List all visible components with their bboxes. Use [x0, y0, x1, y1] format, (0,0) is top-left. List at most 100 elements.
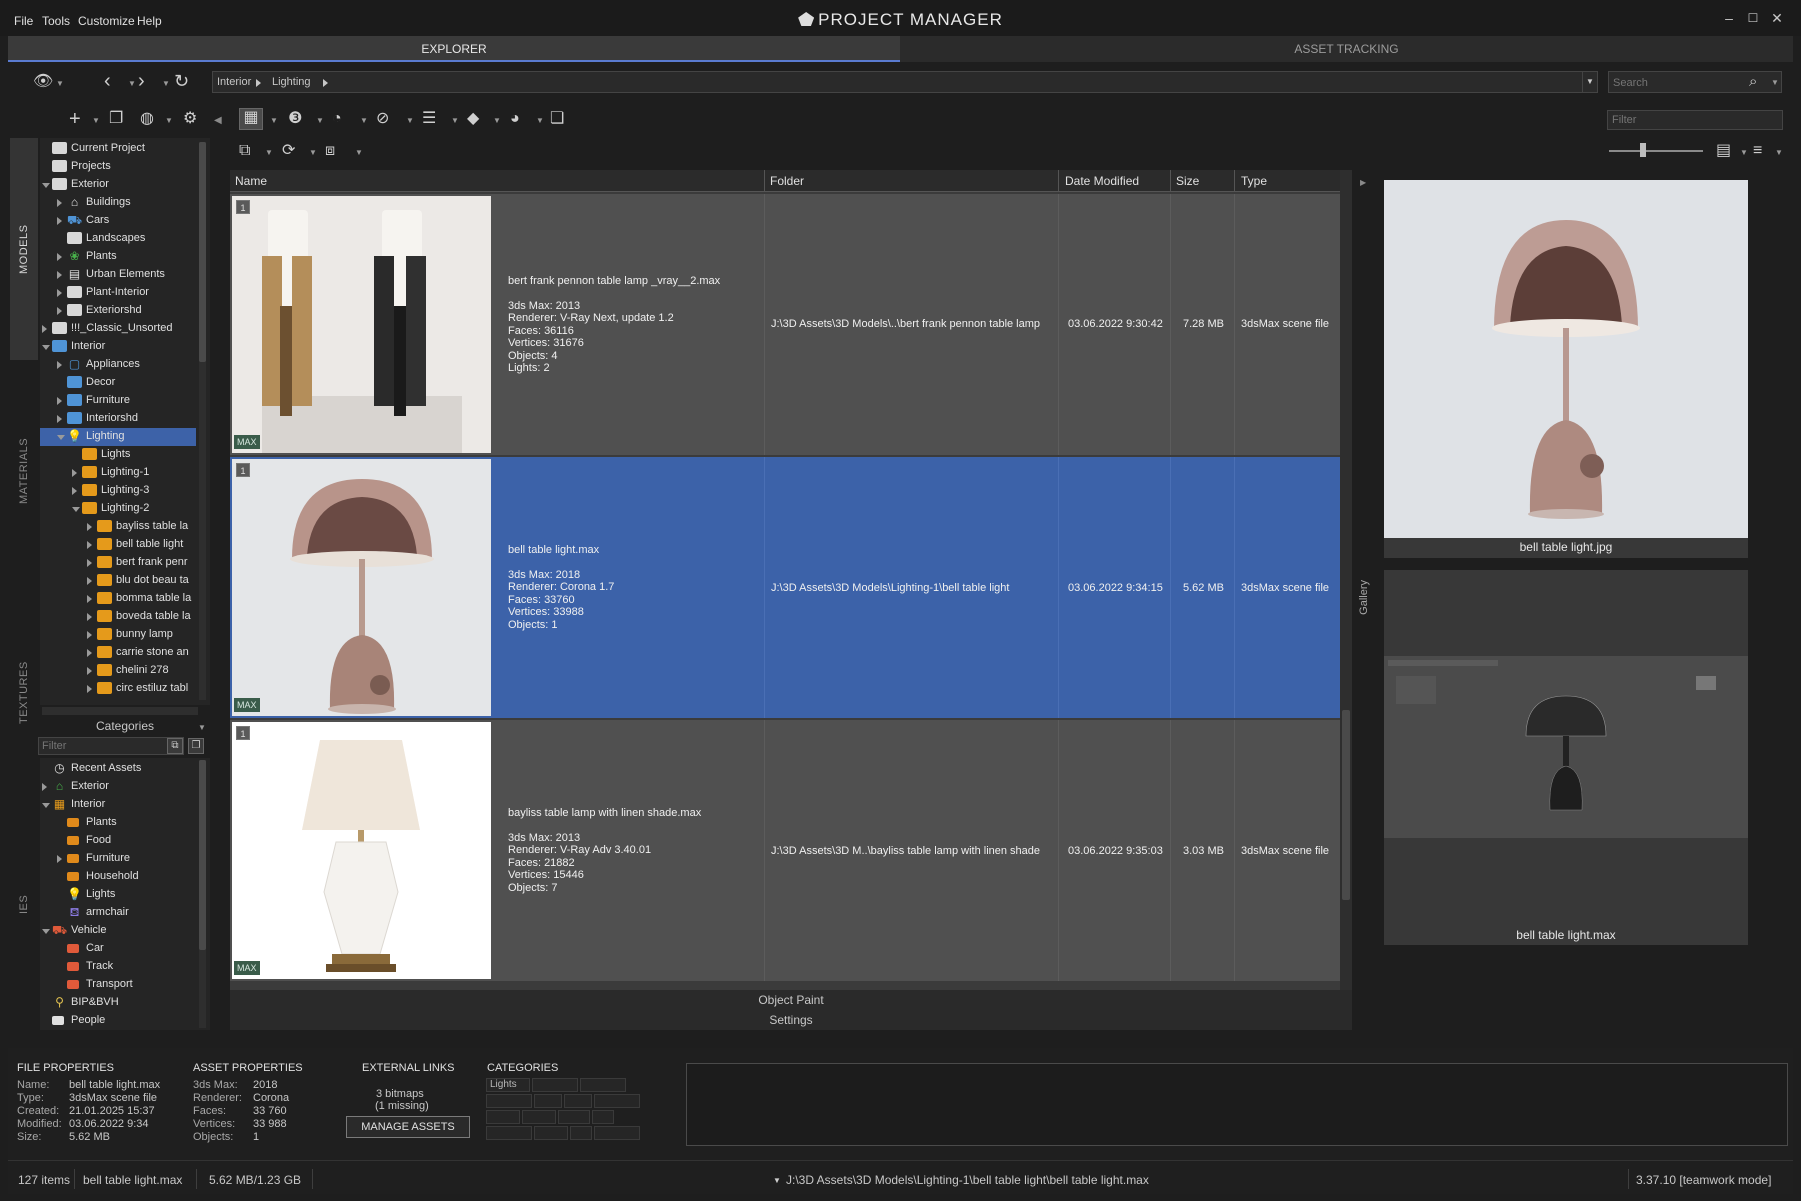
tree-collapsed-arrow-icon[interactable]	[87, 559, 92, 567]
category-item[interactable]: ◷ Recent Assets	[40, 760, 196, 778]
folder-tree-item[interactable]: Interiorshd	[40, 410, 196, 428]
category-item[interactable]: Transport	[40, 976, 196, 994]
number-badge-dropdown-arrow-icon[interactable]: ▼	[316, 116, 324, 125]
folder-tree-item[interactable]: blu dot beau ta	[40, 572, 196, 590]
tree-collapsed-arrow-icon[interactable]	[72, 487, 77, 495]
category-chip-empty[interactable]	[534, 1094, 562, 1108]
folder-tree-item[interactable]: ▤ Urban Elements	[40, 266, 196, 284]
column-separator[interactable]	[1234, 170, 1235, 192]
gallery-filter-input[interactable]	[1607, 110, 1783, 130]
copy-icon[interactable]: ❏	[550, 110, 564, 128]
new-window-icon[interactable]: ❐	[109, 110, 123, 128]
folder-tree-item[interactable]: Lighting-1	[40, 464, 196, 482]
tree-collapsed-arrow-icon[interactable]	[57, 307, 62, 315]
color-wheel-dropdown-arrow-icon[interactable]: ▼	[536, 116, 544, 125]
folder-tree-item[interactable]: Landscapes	[40, 230, 196, 248]
gear-icon[interactable]: ⚙	[183, 110, 197, 128]
folder-tree-item[interactable]: Lighting-2	[40, 500, 196, 518]
category-chip[interactable]: Lights	[486, 1078, 530, 1092]
tree-collapsed-arrow-icon[interactable]	[87, 613, 92, 621]
folder-tree-item[interactable]: Lights	[40, 446, 196, 464]
sort-icon[interactable]: ≡	[1753, 142, 1762, 160]
package-dropdown-arrow-icon[interactable]: ▼	[265, 148, 273, 157]
folder-tree[interactable]: Current Project Projects Exterior ⌂ Building…	[40, 138, 210, 705]
folder-tree-scrollbar[interactable]	[199, 142, 206, 700]
tree-collapsed-arrow-icon[interactable]	[87, 577, 92, 585]
tag-icon[interactable]: ◆	[467, 110, 479, 128]
category-item[interactable]: ⛟ Vehicle	[40, 922, 196, 940]
status-path[interactable]: J:\3D Assets\3D Models\Lighting-1\bell t…	[786, 1173, 1149, 1187]
tree-collapsed-arrow-icon[interactable]	[87, 685, 92, 693]
tree-collapsed-arrow-icon[interactable]	[57, 199, 62, 207]
tree-collapsed-arrow-icon[interactable]	[87, 595, 92, 603]
folder-tree-item[interactable]: Exterior	[40, 176, 196, 194]
back-dropdown-arrow-icon[interactable]: ▼	[128, 79, 136, 88]
categories-copy-icon[interactable]: ⧉	[167, 738, 183, 754]
thumbnail-size-slider[interactable]	[1609, 150, 1703, 152]
category-item[interactable]: Track	[40, 958, 196, 976]
breadcrumb-history-dropdown[interactable]: ▼	[1582, 71, 1598, 93]
path-dropdown-arrow-icon[interactable]: ▼	[773, 1176, 781, 1185]
grid-layout-dropdown-arrow-icon[interactable]: ▼	[1740, 148, 1748, 157]
folder-tree-item[interactable]: Interior	[40, 338, 196, 356]
tree-collapsed-arrow-icon[interactable]	[87, 631, 92, 639]
folder-tree-scrollbar-thumb[interactable]	[199, 142, 206, 362]
sort-dropdown-arrow-icon[interactable]: ▼	[1775, 148, 1783, 157]
category-item[interactable]: People	[40, 1012, 196, 1030]
tab-asset-tracking[interactable]: ASSET TRACKING	[900, 36, 1793, 62]
folder-tree-item[interactable]: bomma table la	[40, 590, 196, 608]
gallery-item[interactable]: bell table light.max	[1384, 570, 1748, 945]
categories-filter-input[interactable]	[38, 737, 184, 755]
categories-header[interactable]: Categories	[40, 719, 210, 735]
forward-dropdown-arrow-icon[interactable]: ▼	[162, 79, 170, 88]
folder-tree-item[interactable]: Projects	[40, 158, 196, 176]
folder-tree-item[interactable]: Exteriorshd	[40, 302, 196, 320]
asset-row[interactable]: 1 MAX bert frank pennon table lamp _vray…	[230, 194, 1340, 455]
categories-tree[interactable]: ◷ Recent Assets ⌂ Exterior ▦ Interior Plants Fo…	[40, 758, 210, 1030]
tag-dropdown-arrow-icon[interactable]: ▼	[493, 116, 501, 125]
tree-collapsed-arrow-icon[interactable]	[57, 289, 62, 297]
category-item[interactable]: ⌂ Exterior	[40, 778, 196, 796]
refresh-icon[interactable]: ↻	[174, 72, 189, 90]
add-icon[interactable]: +	[69, 109, 81, 129]
tree-collapsed-arrow-icon[interactable]	[57, 415, 62, 423]
folder-tree-item[interactable]: bayliss table la	[40, 518, 196, 536]
tree-collapsed-arrow-icon[interactable]	[57, 217, 62, 225]
gallery-expand-icon[interactable]: ▶	[1360, 178, 1366, 187]
breadcrumb[interactable]: Interior Lighting	[212, 71, 1585, 93]
tree-expanded-arrow-icon[interactable]	[57, 435, 65, 440]
column-header-size[interactable]: Size	[1176, 174, 1199, 188]
gallery-item[interactable]: bell table light.jpg	[1384, 180, 1748, 558]
categories-scrollbar[interactable]	[199, 760, 206, 1028]
folder-tree-item[interactable]: Decor	[40, 374, 196, 392]
tree-collapsed-arrow-icon[interactable]	[87, 649, 92, 657]
breadcrumb-item-lighting[interactable]: Lighting	[272, 76, 311, 88]
tree-collapsed-arrow-icon[interactable]	[57, 361, 62, 369]
category-chip-empty[interactable]	[580, 1078, 626, 1092]
category-chip-empty[interactable]	[486, 1126, 532, 1140]
hidden-eye-dropdown-arrow-icon[interactable]: ▼	[406, 116, 414, 125]
category-item[interactable]: Plants	[40, 814, 196, 832]
asset-thumbnail[interactable]: 1 MAX	[232, 459, 491, 716]
maximize-button[interactable]: ☐	[1745, 10, 1761, 26]
search-input[interactable]	[1613, 75, 1743, 91]
tree-collapsed-arrow-icon[interactable]	[57, 271, 62, 279]
clock-filter-dropdown-arrow-icon[interactable]: ▼	[360, 116, 368, 125]
search-box[interactable]: ⌕ ▼	[1608, 71, 1782, 93]
categories-paste-icon[interactable]: ❐	[188, 738, 204, 754]
folder-tree-item[interactable]: ⛟ Cars	[40, 212, 196, 230]
category-item[interactable]: Household	[40, 868, 196, 886]
category-chip-empty[interactable]	[592, 1110, 614, 1124]
tree-collapsed-arrow-icon[interactable]	[87, 523, 92, 531]
folder-tree-item[interactable]: ❀ Plants	[40, 248, 196, 266]
category-item[interactable]: Car	[40, 940, 196, 958]
asset-row[interactable]: 1 MAX bayliss table lamp with linen shad…	[230, 720, 1340, 981]
back-icon[interactable]: ‹	[104, 71, 111, 91]
thumbnail-view-icon[interactable]: ▦	[239, 108, 263, 130]
color-wheel-icon[interactable]: ◕	[510, 110, 520, 128]
tree-expanded-arrow-icon[interactable]	[42, 345, 50, 350]
tree-expanded-arrow-icon[interactable]	[42, 183, 50, 188]
category-chip-empty[interactable]	[564, 1094, 592, 1108]
column-separator[interactable]	[764, 170, 765, 192]
tree-expanded-arrow-icon[interactable]	[42, 803, 50, 808]
